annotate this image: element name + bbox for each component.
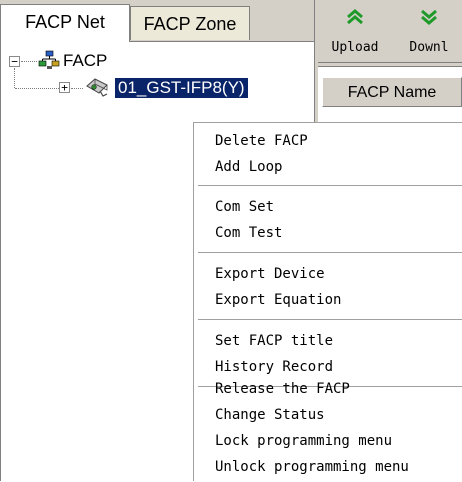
menu-item-release-facp[interactable]: Release the FACP [215,376,350,402]
upload-label: Upload [331,40,379,55]
menu-item-com-set[interactable]: Com Set [215,194,274,220]
menu-separator [198,185,462,186]
network-icon [38,50,60,75]
menu-item-export-device[interactable]: Export Device [215,261,325,287]
column-header-facp-name[interactable]: FACP Name [322,77,462,107]
menu-item-export-equation[interactable]: Export Equation [215,287,341,313]
context-menu: Delete FACP Add Loop Com Set Com Test Ex… [193,122,462,481]
tree-connector [21,61,37,62]
menu-item-unlock-programming-menu[interactable]: Unlock programming menu [215,454,409,480]
tab-facp-net[interactable]: FACP Net [0,4,130,42]
menu-item-set-facp-title[interactable]: Set FACP title [215,328,333,354]
fire-panel-icon [85,76,111,103]
download-button[interactable]: Downl [392,4,462,60]
download-arrow-icon [420,8,438,31]
menu-item-change-status[interactable]: Change Status [215,402,325,428]
menu-item-delete-facp[interactable]: Delete FACP [215,128,308,154]
tree-node-panel-selected[interactable]: 01_GST-IFP8(Y) [114,77,249,99]
menu-item-lock-programming-menu[interactable]: Lock programming menu [215,428,392,454]
tree-node-facp[interactable]: FACP [63,51,107,71]
menu-separator [198,319,462,320]
menu-item-add-loop[interactable]: Add Loop [215,154,282,180]
menu-item-com-test[interactable]: Com Test [215,220,282,246]
tree-connector [14,68,15,88]
upload-button[interactable]: Upload [318,4,392,60]
expand-panel-toggle[interactable]: + [59,82,70,93]
tab-facp-zone[interactable]: FACP Zone [130,6,250,40]
upload-arrow-icon [346,8,364,31]
tab-strip: FACP Net FACP Zone [0,0,314,42]
toolbar: Upload Downl [318,0,462,63]
download-label: Downl [409,40,449,55]
tree-connector [15,88,59,89]
tree-connector [71,88,83,89]
menu-separator [198,252,462,253]
collapse-root-toggle[interactable]: − [9,56,20,67]
